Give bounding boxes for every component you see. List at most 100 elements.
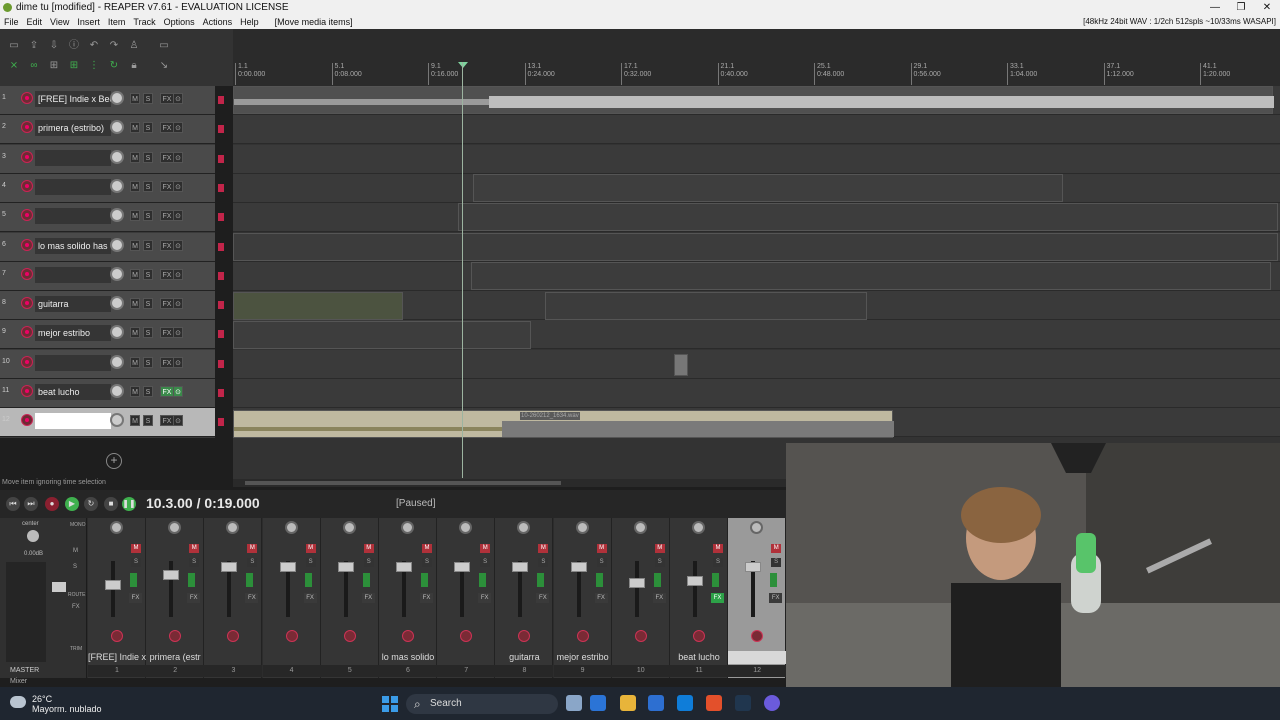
loop-toggle-button[interactable]: ↻ — [84, 497, 98, 511]
mute-button[interactable]: M — [130, 327, 140, 339]
menu-insert[interactable]: Insert — [73, 15, 104, 29]
record-arm-button[interactable] — [751, 630, 764, 642]
mute-button[interactable]: M — [771, 544, 782, 553]
fx-button[interactable]: FX — [361, 593, 375, 603]
volume-fader[interactable] — [570, 562, 587, 572]
volume-knob[interactable] — [110, 325, 124, 340]
mixer-strip[interactable]: M S FX 5 — [320, 518, 379, 678]
new-project-icon[interactable]: ▭ — [8, 41, 20, 51]
pan-knob[interactable] — [284, 521, 298, 534]
solo-button[interactable]: S — [143, 210, 153, 222]
mute-button[interactable]: M — [130, 122, 140, 134]
snap-icon[interactable]: ⊞ — [48, 61, 60, 71]
volume-knob[interactable] — [110, 120, 124, 135]
solo-button[interactable]: S — [189, 558, 200, 567]
record-button[interactable]: ● — [45, 497, 59, 511]
record-arm-button[interactable] — [21, 355, 33, 368]
master-fader[interactable] — [52, 582, 66, 592]
save-project-icon[interactable]: ⇩ — [48, 41, 60, 51]
volume-fader[interactable] — [745, 562, 762, 572]
pan-knob[interactable] — [110, 521, 123, 534]
taskbar-search[interactable]: Search — [406, 694, 558, 714]
record-arm-button[interactable] — [21, 209, 33, 222]
loop-icon[interactable]: ↻ — [108, 61, 120, 71]
track-name-field[interactable]: mejor estribo — [35, 325, 111, 342]
solo-button[interactable]: S — [143, 268, 153, 280]
file-explorer-icon[interactable] — [620, 695, 636, 711]
track-name-field[interactable]: lo mas solido has — [35, 237, 111, 254]
track-lane[interactable] — [233, 115, 1280, 145]
track-header[interactable]: 4 M S FX ⊙ — [0, 173, 215, 203]
record-arm-button[interactable] — [343, 630, 356, 642]
solo-button[interactable]: S — [131, 558, 141, 567]
media-item-track4[interactable] — [473, 174, 1063, 202]
menu-options[interactable]: Options — [160, 15, 199, 29]
mute-button[interactable]: M — [130, 298, 140, 310]
menu-item[interactable]: Item — [104, 15, 130, 29]
mute-button[interactable]: M — [189, 544, 200, 553]
track-name-field[interactable]: primera (estribo) — [35, 120, 111, 137]
record-arm-button[interactable] — [111, 630, 123, 642]
mixer-strip[interactable]: M S FX [FREE] Indie x 1 — [88, 518, 146, 678]
minimize-button[interactable]: — — [1202, 0, 1228, 15]
menu-view[interactable]: View — [46, 15, 73, 29]
volume-knob[interactable] — [110, 91, 124, 105]
volume-knob[interactable] — [110, 178, 124, 193]
mute-button[interactable]: M — [131, 544, 141, 553]
volume-fader[interactable] — [512, 562, 529, 572]
mixer-strip[interactable]: M S FX primera (estr 2 — [146, 518, 205, 678]
pan-knob[interactable] — [226, 521, 240, 534]
volume-knob[interactable] — [110, 149, 124, 164]
windows-start-icon[interactable] — [382, 696, 398, 712]
play-button[interactable]: ▶ — [65, 497, 79, 511]
record-arm-button[interactable] — [227, 630, 240, 642]
mute-button[interactable]: M — [480, 544, 491, 553]
volume-knob[interactable] — [110, 354, 124, 369]
mute-button[interactable]: M — [538, 544, 549, 553]
master-fx-button[interactable]: FX — [72, 604, 80, 610]
track-name-field[interactable] — [35, 149, 111, 166]
track-name-field[interactable]: guitarra — [35, 296, 111, 313]
brave-icon[interactable] — [706, 695, 722, 711]
track-name-field[interactable] — [35, 208, 111, 225]
track-name-field[interactable]: beat lucho — [35, 384, 111, 400]
track-header[interactable]: 5 M S FX ⊙ — [0, 203, 215, 233]
master-trim-button[interactable]: TRIM — [70, 646, 82, 652]
fx-button[interactable]: FX — [160, 151, 174, 163]
record-arm-button[interactable] — [518, 630, 531, 642]
solo-button[interactable]: S — [713, 558, 723, 567]
grid-lines-icon[interactable]: ⋮ — [88, 61, 100, 71]
fx-button[interactable]: FX — [536, 593, 550, 603]
add-track-button[interactable]: + — [106, 453, 122, 469]
solo-button[interactable]: S — [422, 558, 432, 567]
pan-knob[interactable] — [342, 521, 356, 534]
io-button[interactable]: ⊙ — [173, 356, 183, 368]
mixer-strip[interactable]: M S FX 3 — [204, 518, 263, 678]
ripple-edit-icon[interactable]: ⨯ — [8, 61, 20, 71]
track-name-field[interactable] — [35, 266, 111, 283]
mute-button[interactable]: M — [130, 356, 140, 368]
solo-button[interactable]: S — [143, 239, 153, 251]
io-button[interactable]: ⊙ — [173, 239, 183, 251]
fx-button[interactable]: FX — [245, 593, 259, 603]
media-item-track7[interactable] — [471, 262, 1271, 290]
scrollbar-thumb[interactable] — [245, 481, 561, 485]
track-lane[interactable] — [233, 144, 1280, 174]
timeline-ruler[interactable]: 1.1 0:00.000 5.1 0:08.000 9.1 0:16.000 13.1 0:2… — [233, 29, 1280, 86]
lock-icon[interactable]: 🔒︎ — [128, 61, 140, 71]
fx-button[interactable]: FX — [160, 180, 174, 192]
mute-button[interactable]: M — [130, 210, 140, 222]
mute-button[interactable]: M — [422, 544, 432, 553]
edge-icon[interactable] — [677, 695, 693, 711]
pan-knob[interactable] — [750, 521, 764, 534]
io-button[interactable]: ⊙ — [173, 93, 183, 104]
undo-icon[interactable]: ↶ — [88, 41, 100, 51]
fx-button[interactable]: FX — [160, 93, 174, 104]
menu-track[interactable]: Track — [129, 15, 159, 29]
horizontal-scrollbar[interactable] — [233, 479, 786, 487]
io-button[interactable]: ⊙ — [173, 180, 183, 192]
track-name-field[interactable] — [35, 413, 111, 430]
solo-button[interactable]: S — [143, 356, 153, 368]
io-button[interactable]: ⊙ — [173, 298, 183, 310]
mixer-strip[interactable]: M S FX beat lucho 11 — [670, 518, 728, 678]
